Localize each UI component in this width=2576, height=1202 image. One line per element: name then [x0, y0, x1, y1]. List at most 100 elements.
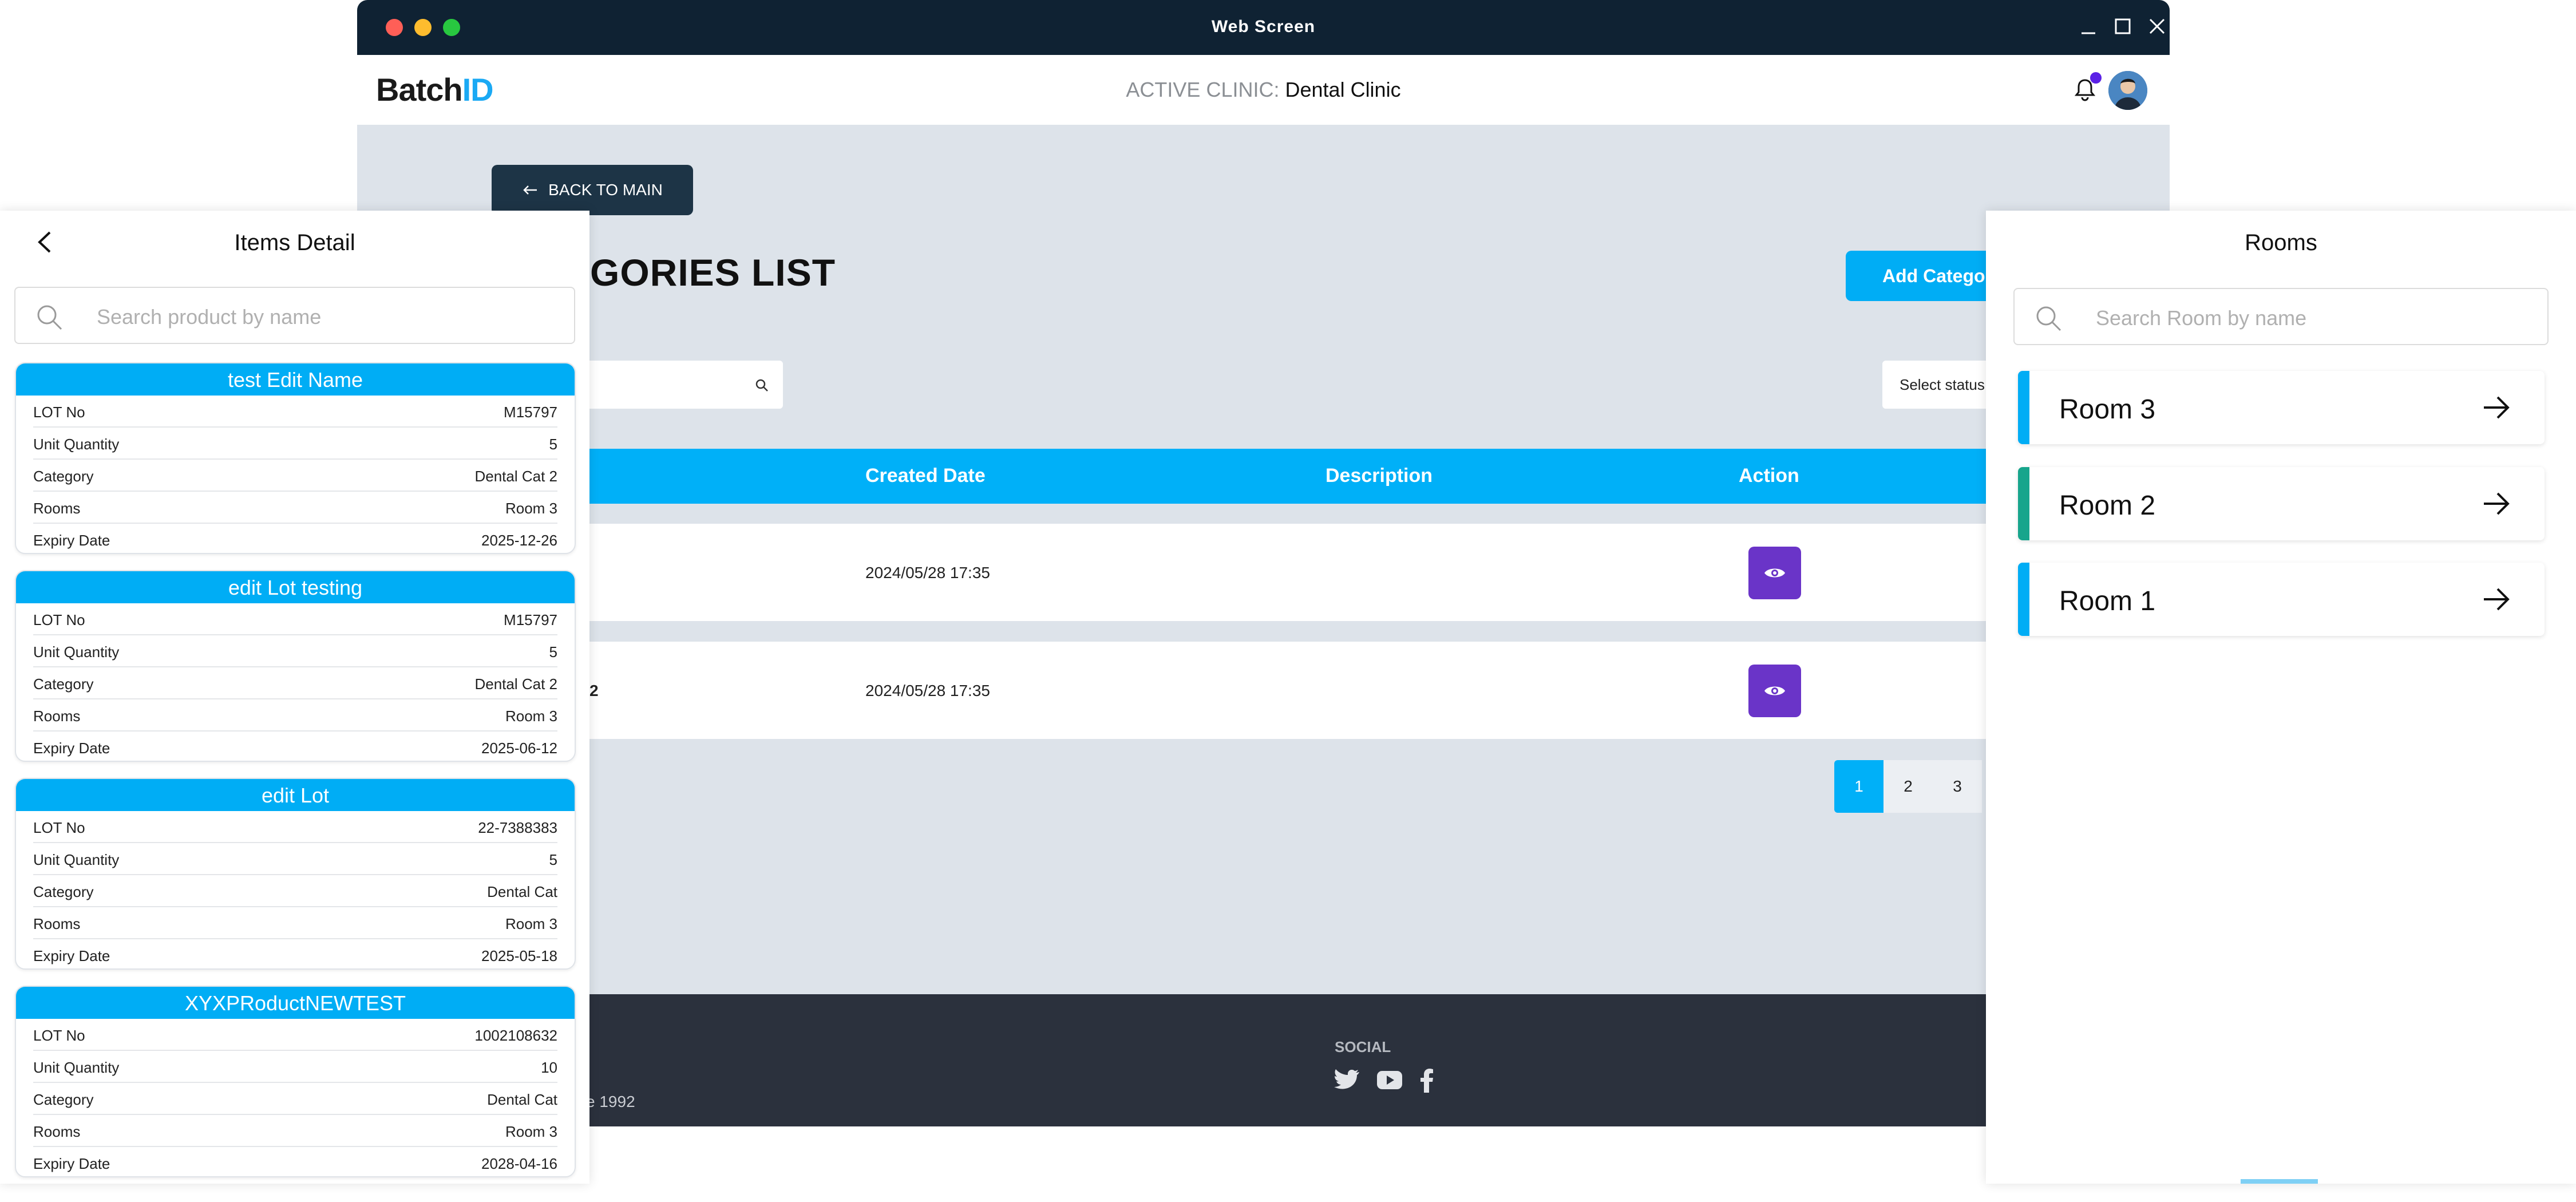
item-detail-row: LOT No 1002108632 [33, 1019, 557, 1051]
item-detail-row: LOT No M15797 [33, 603, 557, 635]
room-name: Room 3 [2059, 394, 2156, 425]
row-label: Rooms [33, 707, 81, 725]
row-label: Category [33, 883, 94, 900]
item-detail-row: Rooms Room 3 [33, 1115, 557, 1147]
table-row: 2 2024/05/28 17:35 [357, 642, 2170, 739]
product-search-input[interactable]: Search product by name [14, 287, 575, 344]
top-nav: BatchID ACTIVE CLINIC: Dental Clinic [357, 55, 2170, 125]
page-2-button[interactable]: 2 [1883, 760, 1933, 813]
row-label: LOT No [33, 1027, 85, 1044]
row-value: 2025-05-18 [481, 947, 557, 964]
eye-icon [1764, 686, 1785, 695]
column-created-date: Created Date [865, 465, 986, 487]
room-search-placeholder: Search Room by name [2096, 306, 2307, 330]
items-detail-title: Items Detail [234, 230, 355, 255]
active-clinic-name: Dental Clinic [1285, 78, 1401, 101]
main-content: BACK TO MAIN GORIES LIST Add Categor Sel… [357, 125, 2170, 995]
search-icon[interactable] [754, 378, 769, 393]
maximize-icon[interactable] [2111, 15, 2134, 38]
rooms-title: Rooms [2245, 230, 2317, 255]
row-label: Unit Quantity [33, 436, 120, 453]
back-to-main-label: BACK TO MAIN [548, 181, 663, 199]
room-color-bar [2018, 563, 2029, 636]
row-value: 2028-04-16 [481, 1155, 557, 1172]
pagination: 1 2 3 [1834, 760, 1982, 813]
arrow-left-icon [523, 185, 537, 195]
view-button[interactable] [1748, 547, 1801, 599]
room-color-bar [2018, 467, 2029, 540]
row-label: Rooms [33, 500, 81, 517]
row-value: Dental Cat 2 [474, 675, 557, 693]
item-detail-row: Rooms Room 3 [33, 699, 557, 732]
facebook-icon[interactable] [1419, 1069, 1434, 1093]
arrow-right-icon[interactable] [2482, 490, 2511, 517]
item-card[interactable]: test Edit Name LOT No M15797 Unit Quantit… [15, 362, 576, 554]
row-value: 2025-12-26 [481, 532, 557, 549]
close-icon[interactable] [2146, 15, 2169, 38]
active-clinic: ACTIVE CLINIC: Dental Clinic [357, 78, 2170, 102]
active-clinic-label: ACTIVE CLINIC: [1126, 78, 1280, 101]
row-label: LOT No [33, 819, 85, 836]
row-value: Room 3 [505, 500, 557, 517]
minimize-icon[interactable] [2077, 15, 2100, 38]
row-label: LOT No [33, 611, 85, 628]
rooms-panel: Rooms Search Room by name Room 3 Room 2 … [1986, 211, 2576, 1184]
item-card-title: test Edit Name [16, 363, 575, 396]
item-detail-row: Unit Quantity 5 [33, 428, 557, 460]
row-label: Unit Quantity [33, 851, 120, 868]
row-value: 1002108632 [474, 1027, 557, 1044]
items-detail-panel: Items Detail Search product by name test… [0, 211, 589, 1184]
row-value: Room 3 [505, 915, 557, 932]
row-label: Category [33, 1091, 94, 1108]
search-icon [37, 305, 62, 330]
row-value: M15797 [504, 404, 557, 421]
row-value: Dental Cat [487, 1091, 557, 1108]
row-label: Rooms [33, 1123, 81, 1140]
arrow-right-icon[interactable] [2482, 394, 2511, 421]
twitter-icon[interactable] [1333, 1069, 1360, 1092]
row-value: 10 [541, 1059, 557, 1076]
items-detail-header: Items Detail [0, 211, 589, 274]
row-label: Category [33, 468, 94, 485]
item-detail-row: Expiry Date 2025-06-12 [33, 732, 557, 761]
avatar[interactable] [2108, 71, 2147, 110]
item-detail-row: LOT No 22-7388383 [33, 811, 557, 843]
main-window: Web Screen BatchID ACTIVE CLINIC: Dental… [357, 0, 2170, 1126]
table-row: 2024/05/28 17:35 [357, 524, 2170, 621]
item-detail-row: Rooms Room 3 [33, 907, 557, 939]
row-name: 2 [589, 682, 599, 699]
row-label: Unit Quantity [33, 1059, 120, 1076]
notification-badge [2090, 72, 2102, 84]
room-color-bar [2018, 371, 2029, 444]
room-search-input[interactable]: Search Room by name [2013, 288, 2549, 345]
room-item-1[interactable]: Room 1 [2018, 563, 2545, 636]
page-1-button[interactable]: 1 [1834, 760, 1883, 813]
product-search-placeholder: Search product by name [97, 305, 322, 329]
item-card[interactable]: edit Lot testing LOT No M15797 Unit Quant… [15, 570, 576, 762]
page-3-button[interactable]: 3 [1933, 760, 1982, 813]
room-name: Room 2 [2059, 491, 2156, 521]
youtube-icon[interactable] [1376, 1069, 1403, 1092]
item-card[interactable]: XYXPRoductNEWTEST LOT No 1002108632 Unit … [15, 986, 576, 1177]
item-detail-row: Category Dental Cat [33, 1083, 557, 1115]
row-value: 5 [549, 436, 557, 453]
item-card-title: edit Lot [16, 779, 575, 811]
row-value: 22-7388383 [478, 819, 557, 836]
view-button[interactable] [1748, 665, 1801, 717]
room-item-2[interactable]: Room 2 [2018, 467, 2545, 540]
avatar-image [2108, 71, 2147, 110]
item-detail-row: Category Dental Cat 2 [33, 667, 557, 699]
row-label: Rooms [33, 915, 81, 932]
column-description: Description [1325, 465, 1433, 487]
room-name: Room 1 [2059, 586, 2156, 616]
row-label: Category [33, 675, 94, 693]
row-value: Dental Cat [487, 883, 557, 900]
arrow-right-icon[interactable] [2482, 586, 2511, 613]
add-category-button[interactable]: Add Categor [1846, 251, 1995, 301]
room-item-3[interactable]: Room 3 [2018, 371, 2545, 444]
back-to-main-button[interactable]: BACK TO MAIN [492, 165, 693, 215]
item-detail-row: LOT No M15797 [33, 396, 557, 428]
item-card[interactable]: edit Lot LOT No 22-7388383 Unit Quantity 5… [15, 778, 576, 970]
row-value: Room 3 [505, 1123, 557, 1140]
row-label: Expiry Date [33, 740, 110, 757]
